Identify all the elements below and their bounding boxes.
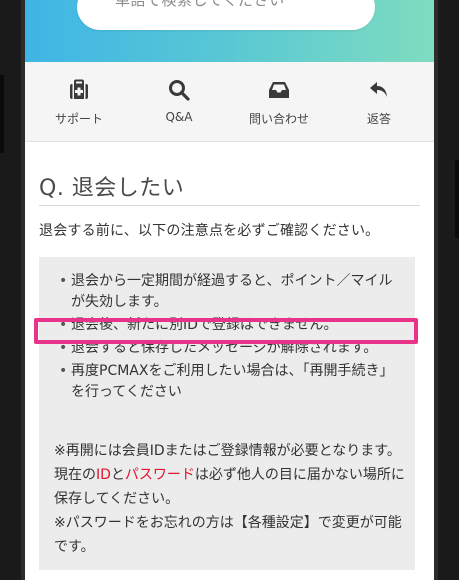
note-emphasis-password: パスワード: [124, 467, 195, 483]
intro-text: 退会する前に、以下の注意点を必ずご確認ください。: [39, 223, 380, 239]
page-title: Q. 退会したい: [39, 176, 185, 201]
notice-box: 退会から一定期間が経過すると、ポイント／マイルが失効します。 退会後、新たに別I…: [39, 257, 415, 570]
search-icon: [169, 80, 190, 101]
title-divider: [39, 205, 420, 206]
notice-notes: ※再開には会員IDまたはご登録情報が必要となります。現在のIDとパスワードは必ず…: [54, 439, 409, 559]
nav-label-qa: Q&A: [165, 110, 193, 124]
nav-item-reply[interactable]: 返答: [329, 62, 429, 141]
notice-item: 再度PCMAXをご利用したい場合は、「再開手続き」を行ってください: [59, 361, 404, 403]
phone-screen: 単語で検索してください サポート Q&A 問い合わせ 返答 Q. 退会したい 退…: [25, 0, 434, 580]
nav-label-reply: 返答: [366, 112, 391, 126]
highlight-box: [34, 318, 418, 344]
inbox-icon: [269, 82, 289, 98]
nav-label-contact: 問い合わせ: [248, 112, 309, 126]
phone-side-button-left: [0, 75, 4, 153]
nav-item-support[interactable]: サポート: [29, 62, 129, 141]
note-reactivation: ※再開には会員IDまたはご登録情報が必要となります。現在のIDとパスワードは必ず…: [54, 439, 409, 511]
phone-bezel-right: [434, 0, 459, 580]
nav-label-support: サポート: [54, 112, 103, 126]
reply-icon: [370, 82, 387, 97]
notice-item: 退会から一定期間が経過すると、ポイント／マイルが失効します。: [59, 271, 404, 313]
nav-item-contact[interactable]: 問い合わせ: [229, 62, 329, 141]
note-password: ※パスワードをお忘れの方は【各種設定】で変更が可能です。: [54, 515, 402, 555]
phone-side-button-right: [455, 160, 459, 238]
support-kit-icon: [70, 79, 88, 99]
search-placeholder: 単語で検索してください: [115, 0, 285, 9]
note-text: と: [110, 467, 125, 483]
help-nav: サポート Q&A 問い合わせ 返答: [25, 62, 434, 142]
note-emphasis-id: ID: [96, 467, 111, 483]
search-input[interactable]: 単語で検索してください: [77, 0, 375, 30]
header-bar: 単語で検索してください: [25, 0, 434, 62]
nav-item-qa[interactable]: Q&A: [129, 62, 229, 141]
